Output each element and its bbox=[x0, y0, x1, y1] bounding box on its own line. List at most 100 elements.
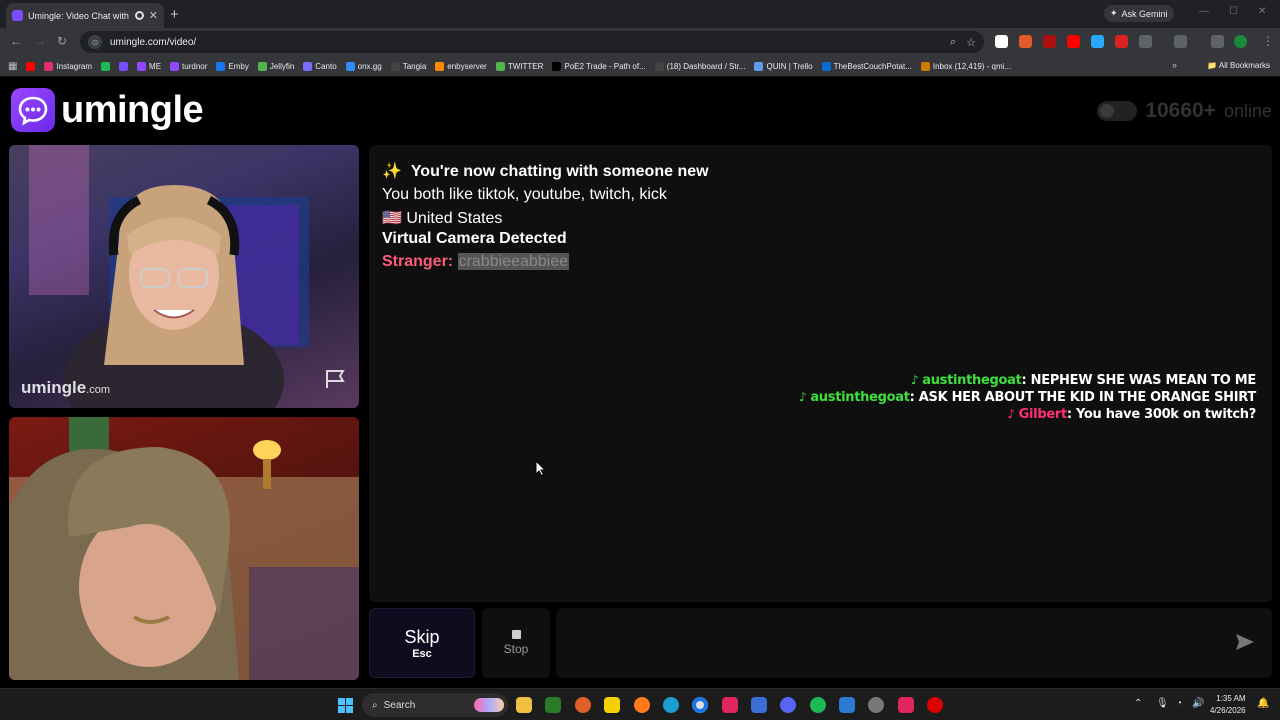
stream-chat-text: : You have 300k on twitch? bbox=[1066, 407, 1256, 422]
taskbar-search[interactable]: ⌕ Search bbox=[362, 693, 508, 717]
extension-red-icon[interactable] bbox=[1043, 35, 1056, 48]
reload-icon[interactable]: ↻ bbox=[57, 34, 67, 48]
menu-dots-icon[interactable]: ⋮ bbox=[1262, 34, 1274, 48]
taskbar-clock[interactable]: 1:35 AM 4/26/2026 bbox=[1210, 693, 1246, 717]
maximize-icon[interactable]: ☐ bbox=[1229, 6, 1238, 17]
apps-grid-icon[interactable]: ▦ bbox=[8, 61, 17, 72]
profile-avatar-icon[interactable] bbox=[1234, 35, 1247, 48]
bookmark-item[interactable]: ME bbox=[137, 61, 161, 71]
notepad-icon[interactable] bbox=[839, 697, 855, 713]
stop-button[interactable]: Stop bbox=[482, 608, 550, 678]
bookmark-item[interactable]: Emby bbox=[216, 61, 249, 71]
obs-icon[interactable] bbox=[868, 697, 884, 713]
close-window-icon[interactable]: ✕ bbox=[1258, 6, 1266, 17]
watermark-main: umingle bbox=[21, 378, 87, 397]
bookmark-item[interactable] bbox=[101, 61, 111, 71]
extension-blue-icon[interactable] bbox=[1091, 35, 1104, 48]
country-line: 🇺🇸 United States bbox=[382, 208, 502, 228]
app-red-icon[interactable] bbox=[722, 697, 738, 713]
recording-icon bbox=[134, 11, 144, 20]
bookmark-item[interactable]: turdnor bbox=[170, 61, 207, 71]
bookmark-item[interactable]: enbyserver bbox=[435, 61, 487, 71]
side-panel-icon[interactable] bbox=[1174, 35, 1187, 48]
bookmark-favicon-icon bbox=[44, 61, 54, 71]
send-icon[interactable] bbox=[1235, 633, 1255, 656]
bookmark-item[interactable]: TWITTER bbox=[495, 61, 543, 71]
volume-icon[interactable]: 🔊 bbox=[1192, 698, 1204, 709]
watermark-suffix: .com bbox=[86, 384, 111, 396]
bookmark-item[interactable] bbox=[26, 61, 36, 71]
zoom-icon[interactable]: ⌕ bbox=[950, 36, 956, 49]
bookmark-item[interactable]: Inbox (12,419) - qmi... bbox=[920, 61, 1011, 71]
stranger-video-frame bbox=[29, 145, 309, 408]
clock-time: 1:35 AM bbox=[1216, 694, 1246, 703]
firefox-icon[interactable] bbox=[634, 697, 650, 713]
bookmark-label: TheBestCouchPotat... bbox=[833, 61, 912, 71]
umingle-logo[interactable]: umingle bbox=[11, 88, 204, 132]
bookmark-item[interactable]: QUIN | Trello bbox=[754, 61, 813, 71]
bookmark-item[interactable]: TheBestCouchPotat... bbox=[821, 61, 912, 71]
extension-red2-icon[interactable] bbox=[1115, 35, 1128, 48]
wifi-icon[interactable]: ◔ bbox=[1176, 698, 1182, 709]
skip-shortcut: Esc bbox=[412, 647, 432, 660]
close-tab-icon[interactable]: ✕ bbox=[149, 9, 158, 22]
ask-gemini-button[interactable]: ✦ Ask Gemini bbox=[1104, 5, 1174, 22]
notifications-icon[interactable]: 🔔 bbox=[1257, 698, 1269, 709]
bookmark-item[interactable]: Canto bbox=[303, 61, 337, 71]
online-toggle[interactable] bbox=[1097, 101, 1138, 121]
chrome-icon[interactable] bbox=[692, 697, 708, 713]
url-text: umingle.com/video/ bbox=[110, 36, 197, 48]
bookmark-item[interactable]: Tangia bbox=[390, 61, 426, 71]
tiktok-icon[interactable] bbox=[898, 697, 914, 713]
forward-icon[interactable]: → bbox=[34, 34, 46, 48]
bookmark-item[interactable]: (18) Dashboard / Str... bbox=[654, 61, 745, 71]
bookmark-item[interactable]: Instagram bbox=[44, 61, 92, 71]
media-player-icon[interactable] bbox=[545, 697, 561, 713]
site-info-icon[interactable]: ⊙ bbox=[88, 35, 102, 49]
extensions-puzzle-icon[interactable] bbox=[1139, 35, 1152, 48]
tiktok-icon: ♪ bbox=[799, 390, 811, 404]
sticky-notes-icon[interactable] bbox=[604, 697, 620, 713]
minimize-icon[interactable]: — bbox=[1199, 6, 1209, 17]
bookmarks-overflow-icon[interactable]: » bbox=[1172, 60, 1177, 70]
file-explorer-icon[interactable] bbox=[516, 697, 532, 713]
media-icon[interactable] bbox=[1211, 35, 1224, 48]
address-bar[interactable]: ⊙ umingle.com/video/ ⌕ ☆ bbox=[80, 31, 984, 53]
windows-start-icon[interactable] bbox=[338, 698, 353, 713]
back-icon[interactable]: ← bbox=[10, 34, 22, 48]
stranger-video: umingle.com bbox=[9, 145, 359, 408]
umingle-favicon-icon bbox=[12, 10, 23, 21]
chat-bubble-logo-icon bbox=[11, 88, 55, 132]
app-blue-icon[interactable] bbox=[751, 697, 767, 713]
microphone-icon[interactable]: 🎙 bbox=[1156, 698, 1169, 709]
app-rec-icon[interactable] bbox=[927, 697, 943, 713]
spotify-icon[interactable] bbox=[810, 697, 826, 713]
umingle-watermark: umingle.com bbox=[21, 378, 110, 398]
tiktok-icon: ♪ bbox=[910, 373, 923, 387]
skip-button[interactable]: Skip Esc bbox=[369, 608, 475, 678]
bookmark-item[interactable]: PoE2 Trade - Path of... bbox=[552, 61, 646, 71]
report-flag-icon[interactable] bbox=[325, 369, 347, 394]
browser-tab[interactable]: Umingle: Video Chat with S ✕ bbox=[6, 3, 164, 28]
bookmark-item[interactable]: Jellyfin bbox=[257, 61, 295, 71]
extension-fox-icon[interactable] bbox=[1019, 35, 1032, 48]
extension-youtube-icon[interactable] bbox=[1067, 35, 1080, 48]
stranger-name[interactable]: crabbieeabbiee bbox=[457, 253, 569, 270]
discord-icon[interactable] bbox=[780, 697, 796, 713]
extension-k-icon[interactable] bbox=[995, 35, 1008, 48]
ask-gemini-label: Ask Gemini bbox=[1121, 8, 1168, 19]
umingle-page: umingle 10660+ online umingle.com ✨ You'… bbox=[0, 78, 1280, 688]
online-label: online bbox=[1223, 100, 1272, 121]
edge-icon[interactable] bbox=[663, 697, 679, 713]
us-flag-icon: 🇺🇸 bbox=[382, 210, 402, 227]
bookmark-item[interactable]: onx.gg bbox=[345, 61, 382, 71]
all-bookmarks-button[interactable]: 📁 All Bookmarks bbox=[1207, 61, 1270, 70]
new-tab-button[interactable]: + bbox=[170, 6, 179, 23]
bookmark-star-icon[interactable]: ☆ bbox=[966, 36, 976, 49]
tray-overflow-icon[interactable]: ⌃ bbox=[1134, 698, 1142, 709]
app-orange-icon[interactable] bbox=[575, 697, 591, 713]
bookmark-item[interactable] bbox=[119, 61, 129, 71]
message-input[interactable] bbox=[556, 608, 1272, 678]
stream-chat-message: ♪ Gilbert: You have 300k on twitch? bbox=[1007, 407, 1256, 422]
bookmark-label: Jellyfin bbox=[269, 61, 295, 71]
